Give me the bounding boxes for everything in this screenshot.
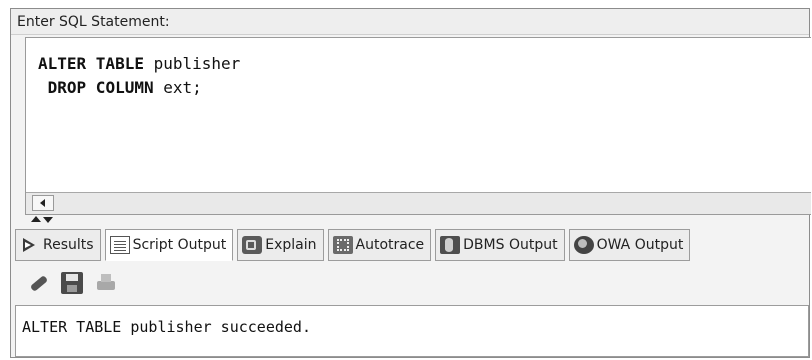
tab-script-output[interactable]: Script Output bbox=[104, 229, 234, 261]
save-icon[interactable] bbox=[61, 272, 83, 294]
explain-icon bbox=[242, 236, 263, 254]
output-tabs: Results Script Output Explain Autotrace … bbox=[15, 229, 809, 261]
tab-autotrace[interactable]: Autotrace bbox=[327, 229, 432, 261]
scroll-left-arrow-icon[interactable] bbox=[32, 195, 54, 211]
tab-label: Explain bbox=[265, 237, 317, 253]
autotrace-icon bbox=[332, 236, 353, 254]
sql-editor[interactable]: ALTER TABLE publisher DROP COLUMN ext; bbox=[26, 38, 811, 192]
tab-label: Autotrace bbox=[355, 237, 425, 253]
play-icon bbox=[20, 236, 40, 254]
code-line-1: ALTER TABLE publisher bbox=[38, 52, 811, 76]
tab-results[interactable]: Results bbox=[15, 229, 101, 261]
script-output-icon bbox=[109, 236, 130, 254]
sql-keyword: ALTER TABLE bbox=[38, 54, 144, 73]
expand-down-icon[interactable] bbox=[43, 217, 53, 223]
eraser-icon[interactable] bbox=[27, 272, 49, 294]
tab-dbms-output[interactable]: DBMS Output bbox=[435, 229, 565, 261]
panel-splitter[interactable] bbox=[31, 215, 55, 227]
sql-editor-container[interactable]: ALTER TABLE publisher DROP COLUMN ext; bbox=[25, 37, 811, 215]
sql-worksheet: Enter SQL Statement: ALTER TABLE publish… bbox=[10, 8, 811, 358]
script-output-text: ALTER TABLE publisher succeeded. bbox=[15, 305, 809, 357]
horizontal-scrollbar[interactable] bbox=[26, 192, 811, 214]
tab-label: Results bbox=[43, 237, 94, 253]
owa-output-icon bbox=[573, 236, 594, 254]
tab-label: Script Output bbox=[132, 237, 227, 253]
tab-explain[interactable]: Explain bbox=[237, 229, 324, 261]
sql-keyword: DROP COLUMN bbox=[47, 78, 154, 97]
sql-text: publisher bbox=[143, 54, 241, 73]
print-icon[interactable] bbox=[95, 272, 117, 294]
code-line-2: DROP COLUMN ext; bbox=[38, 76, 811, 100]
output-toolbar bbox=[15, 263, 809, 303]
dbms-output-icon bbox=[440, 236, 461, 254]
sql-text: ext; bbox=[153, 78, 202, 97]
tab-owa-output[interactable]: OWA Output bbox=[568, 229, 691, 261]
collapse-up-icon[interactable] bbox=[31, 216, 41, 222]
tab-label: DBMS Output bbox=[463, 237, 558, 253]
sql-statement-label: Enter SQL Statement: bbox=[11, 9, 809, 35]
tab-label: OWA Output bbox=[596, 237, 684, 253]
